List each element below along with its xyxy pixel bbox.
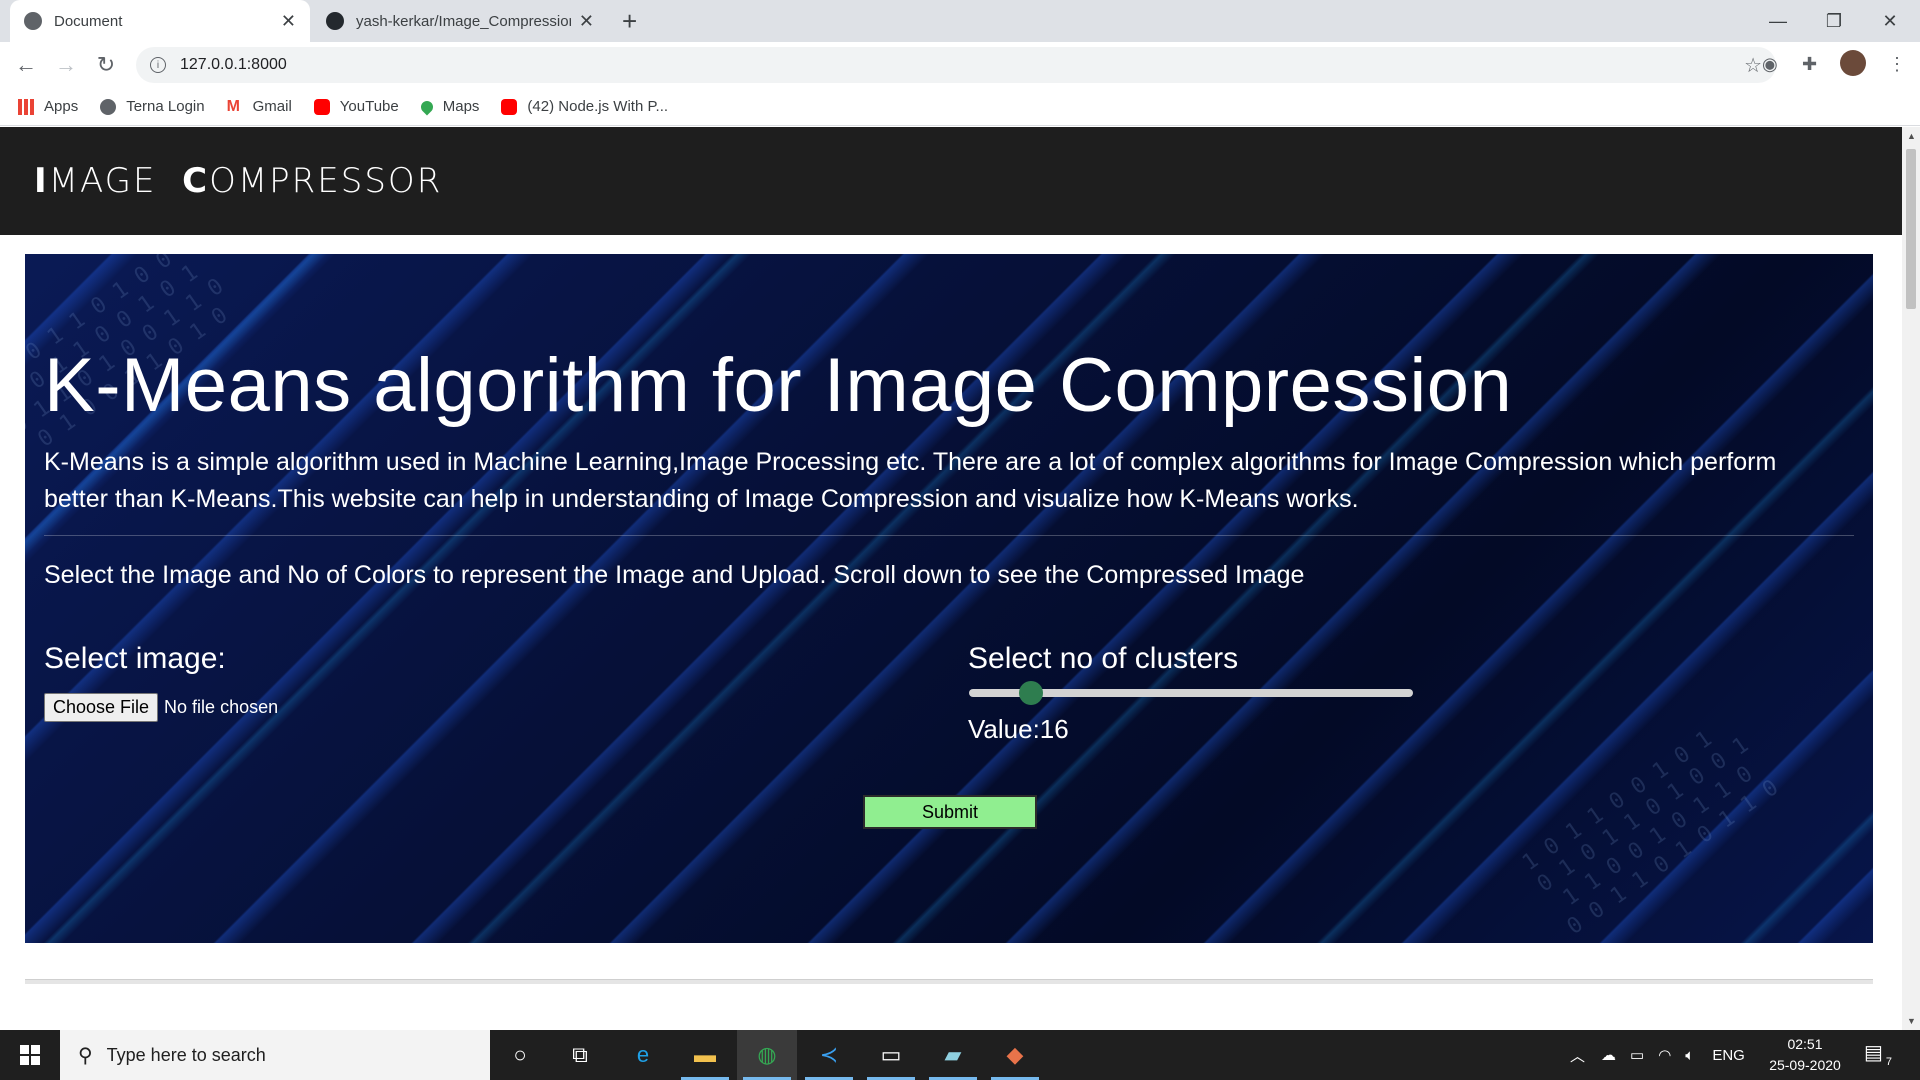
onedrive-cloud-icon[interactable]: ☁ [1601, 1046, 1616, 1064]
vscode-icon[interactable]: ≺ [799, 1030, 859, 1080]
camera-icon[interactable]: ◉ [1762, 54, 1778, 75]
notepad-icon[interactable]: ▰ [923, 1030, 983, 1080]
forward-arrow-icon[interactable]: → [52, 51, 80, 79]
bookmark-label: Terna Login [126, 98, 205, 115]
profile-avatar[interactable] [1840, 50, 1866, 76]
binary-pattern-decoration: 1 0 1 1 0 0 1 0 1 0 1 0 1 1 0 1 0 0 1 1 … [1517, 726, 1784, 940]
wifi-icon[interactable]: ◠ [1658, 1046, 1671, 1064]
cortana-icon[interactable]: ○ [490, 1030, 550, 1080]
site-header: IMAGE COMPRESSOR [0, 127, 1902, 235]
instruction-text: Select the Image and No of Colors to rep… [44, 561, 1305, 589]
chrome-icon[interactable]: ◍ [737, 1030, 797, 1080]
task-view-icon[interactable]: ⧉ [550, 1030, 610, 1080]
section-divider [44, 535, 1854, 536]
bookmark-youtube[interactable]: YouTube [313, 98, 399, 115]
menu-dots-icon[interactable]: ⋮ [1888, 54, 1906, 75]
close-icon[interactable]: ✕ [579, 11, 594, 32]
gmail-icon: M [226, 97, 240, 115]
section-divider [25, 979, 1873, 984]
minimize-button[interactable]: — [1750, 0, 1806, 42]
maps-pin-icon [418, 98, 436, 115]
language-indicator[interactable]: ENG [1712, 1047, 1745, 1064]
search-icon: ⚲ [78, 1044, 93, 1067]
bookmark-star-icon[interactable]: ☆ [1744, 53, 1762, 78]
git-client-icon[interactable]: ◆ [985, 1030, 1045, 1080]
brand-initial: C [182, 161, 210, 201]
reload-icon[interactable]: ↻ [92, 51, 120, 79]
hero-section: 0 1 0 1 1 0 1 0 0 1 1 0 1 1 0 0 1 0 1 0 … [25, 254, 1873, 943]
show-hidden-icons-icon[interactable]: ︿ [1570, 1045, 1585, 1066]
clusters-label: Select no of clusters [968, 642, 1239, 675]
bookmark-nodejs-video[interactable]: (42) Node.js With P... [501, 98, 668, 115]
start-button[interactable] [0, 1030, 60, 1080]
clusters-value: Value:16 [968, 714, 1069, 744]
battery-icon[interactable]: ▭ [1630, 1046, 1644, 1064]
tab-github[interactable]: yash-kerkar/Image_Compression ✕ [312, 0, 608, 42]
bookmark-maps[interactable]: Maps [418, 98, 480, 115]
scrollbar-thumb[interactable] [1906, 149, 1916, 309]
tab-document[interactable]: Document ✕ [10, 0, 310, 42]
bookmark-gmail[interactable]: M Gmail [227, 98, 292, 115]
bookmark-label: Apps [44, 98, 79, 115]
system-tray: ︿ ☁ ▭ ◠ 🔈︎ ENG [1570, 1030, 1745, 1080]
scroll-down-arrow-icon[interactable]: ▼ [1907, 1016, 1916, 1026]
page-title: K-Means algorithm for Image Compression [44, 343, 1513, 428]
bookmarks-bar: Apps Terna Login M Gmail YouTube Maps (4… [0, 88, 1920, 126]
file-status-text: No file chosen [164, 697, 279, 717]
windows-taskbar: ⚲ Type here to search ○ ⧉ e ▬ ◍ ≺ ▭ ▰ ◆ … [0, 1030, 1920, 1080]
slider-thumb[interactable] [1019, 681, 1043, 705]
apps-grid-icon [18, 98, 34, 115]
clock-time: 02:51 [1787, 1036, 1823, 1052]
volume-icon[interactable]: 🔈︎ [1685, 1047, 1694, 1064]
brand-word: MAGE [48, 161, 157, 201]
file-explorer-icon[interactable]: ▬ [675, 1030, 735, 1080]
youtube-icon [313, 98, 330, 115]
notification-count: 7 [1885, 1056, 1892, 1068]
url-text: 127.0.0.1:8000 [180, 56, 287, 73]
choose-file-button[interactable]: Choose File [44, 693, 159, 722]
brand-word: OMPRESSOR [209, 161, 443, 201]
new-tab-button[interactable]: + [622, 6, 637, 37]
restore-button[interactable]: ❐ [1806, 0, 1862, 42]
browser-toolbar: ← → ↻ i 127.0.0.1:8000 ☆ ◉ ✚ ⋮ [0, 42, 1920, 88]
site-brand[interactable]: IMAGE COMPRESSOR [34, 161, 442, 201]
scroll-up-arrow-icon[interactable]: ▲ [1907, 131, 1916, 141]
select-image-label: Select image: [44, 642, 226, 675]
extensions-puzzle-icon[interactable]: ✚ [1802, 54, 1817, 75]
bookmark-apps[interactable]: Apps [18, 98, 78, 115]
file-input[interactable]: Choose File No file chosen [44, 693, 278, 722]
taskbar-search-box[interactable]: ⚲ Type here to search [60, 1030, 490, 1080]
page-description: K-Means is a simple algorithm used in Ma… [44, 448, 1777, 513]
close-window-button[interactable]: ✕ [1862, 0, 1918, 42]
terminal-icon[interactable]: ▭ [861, 1030, 921, 1080]
taskbar-clock[interactable]: 02:51 25-09-2020 [1760, 1034, 1850, 1076]
globe-icon [24, 12, 42, 30]
tab-title: yash-kerkar/Image_Compression [356, 12, 571, 30]
address-bar[interactable]: i 127.0.0.1:8000 ☆ [136, 47, 1776, 83]
windows-logo-icon [20, 1045, 40, 1065]
edge-browser-icon[interactable]: e [613, 1030, 673, 1080]
back-arrow-icon[interactable]: ← [12, 51, 40, 79]
bookmark-label: Gmail [252, 98, 292, 115]
github-icon [326, 12, 344, 30]
tab-title: Document [54, 12, 123, 30]
brand-initial: I [34, 161, 49, 201]
youtube-icon [501, 98, 518, 115]
page-viewport: IMAGE COMPRESSOR 0 1 0 1 1 0 1 0 0 1 1 0… [0, 127, 1902, 1030]
submit-button[interactable]: Submit [863, 795, 1037, 829]
bookmark-terna-login[interactable]: Terna Login [100, 98, 205, 115]
info-icon[interactable]: i [150, 57, 166, 73]
bookmark-label: (42) Node.js With P... [527, 98, 669, 115]
search-placeholder: Type here to search [106, 1044, 266, 1065]
clock-date: 25-09-2020 [1769, 1057, 1841, 1073]
close-icon[interactable]: ✕ [281, 11, 296, 32]
bookmark-label: Maps [442, 98, 480, 115]
page-scrollbar[interactable]: ▲ ▼ [1902, 127, 1920, 1030]
tab-strip: Document ✕ yash-kerkar/Image_Compression… [0, 0, 1920, 42]
clusters-slider[interactable] [969, 681, 1413, 705]
notification-center-icon[interactable]: ▤ 7 [1864, 1040, 1894, 1070]
bookmark-label: YouTube [339, 98, 399, 115]
globe-icon [100, 98, 117, 115]
